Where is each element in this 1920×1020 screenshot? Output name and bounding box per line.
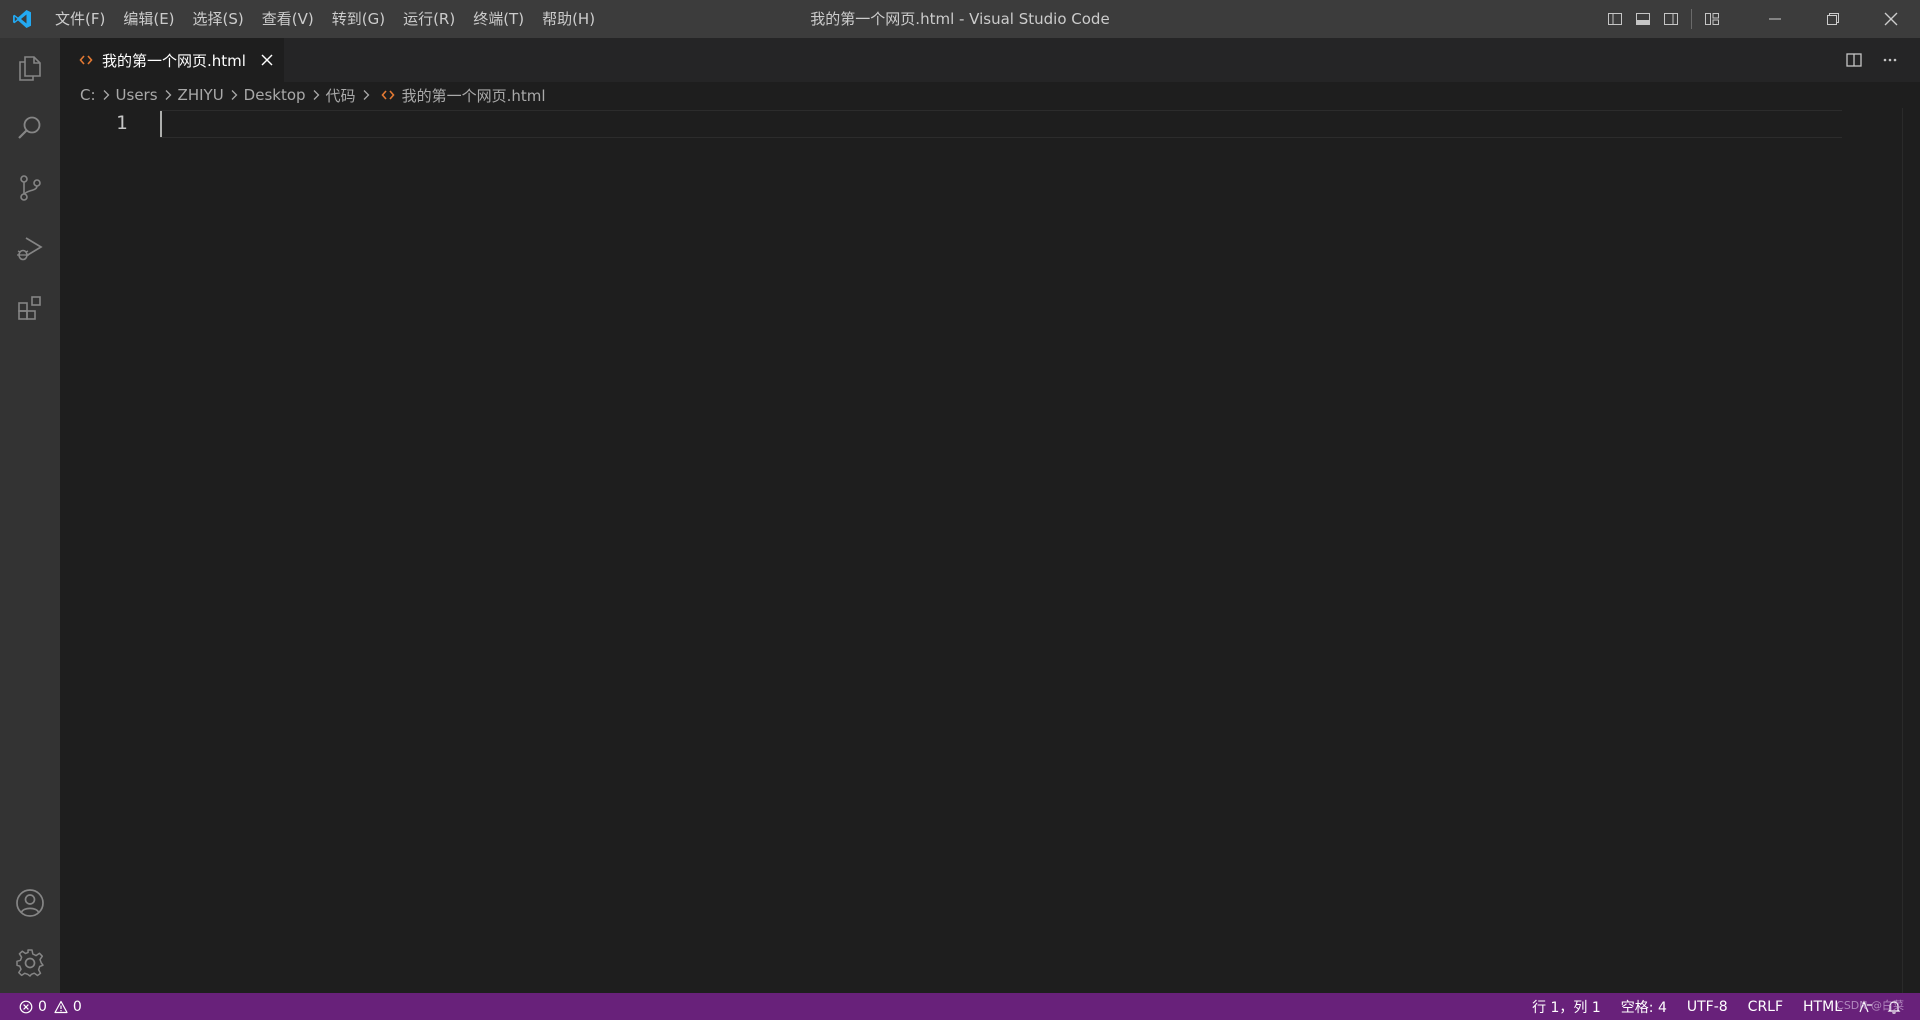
manage-gear-icon[interactable]: [0, 933, 60, 993]
editor-tabs-bar: 我的第一个网页.html: [60, 38, 1920, 82]
account-icon[interactable]: [0, 873, 60, 933]
watermark: CSDN @白菜: [1836, 999, 1904, 1012]
chevron-right-icon: [358, 87, 374, 103]
menu-selection[interactable]: 选择(S): [184, 0, 253, 38]
warning-icon: [53, 999, 69, 1015]
title-bar-controls: [1601, 0, 1920, 38]
html-file-icon: [380, 87, 396, 103]
toggle-panel-icon[interactable]: [1629, 0, 1657, 38]
extensions-icon[interactable]: [0, 278, 60, 338]
vscode-logo-icon: [0, 0, 44, 38]
breadcrumb-item[interactable]: Desktop: [244, 86, 306, 104]
split-editor-icon[interactable]: [1836, 38, 1872, 82]
problems-indicator[interactable]: 0 0: [18, 993, 82, 1020]
editor-actions: [1836, 38, 1908, 82]
run-debug-icon[interactable]: [0, 218, 60, 278]
toggle-secondary-sidebar-icon[interactable]: [1657, 0, 1685, 38]
tab-label: 我的第一个网页.html: [102, 51, 246, 70]
customize-layout-icon[interactable]: [1698, 0, 1726, 38]
source-control-icon[interactable]: [0, 158, 60, 218]
chevron-right-icon: [98, 87, 114, 103]
status-bar: 0 0 行 1，列 1 空格: 4 UTF-8 CRLF HTML: [0, 993, 1920, 1020]
explorer-icon[interactable]: [0, 38, 60, 98]
menu-file[interactable]: 文件(F): [46, 0, 114, 38]
code-editor[interactable]: 1: [60, 108, 1920, 993]
cursor-position[interactable]: 行 1，列 1: [1526, 993, 1607, 1020]
restore-icon[interactable]: [1804, 0, 1862, 38]
end-of-line[interactable]: CRLF: [1742, 993, 1789, 1020]
chevron-right-icon: [308, 87, 324, 103]
error-count: 0: [38, 998, 47, 1015]
warning-count: 0: [72, 998, 82, 1015]
breadcrumb-item[interactable]: Users: [116, 86, 158, 104]
error-icon: [18, 999, 34, 1015]
title-bar: 文件(F) 编辑(E) 选择(S) 查看(V) 转到(G) 运行(R) 终端(T…: [0, 0, 1920, 38]
encoding[interactable]: UTF-8: [1681, 993, 1734, 1020]
search-icon[interactable]: [0, 98, 60, 158]
line-number: 1: [116, 112, 128, 134]
title-separator: [1691, 9, 1692, 29]
toggle-primary-sidebar-icon[interactable]: [1601, 0, 1629, 38]
chevron-right-icon: [160, 87, 176, 103]
indentation[interactable]: 空格: 4: [1615, 993, 1673, 1020]
tab-active-file[interactable]: 我的第一个网页.html: [60, 38, 285, 82]
close-window-icon[interactable]: [1862, 0, 1920, 38]
chevron-right-icon: [226, 87, 242, 103]
minimap-divider: [1902, 108, 1903, 993]
more-actions-icon[interactable]: [1872, 38, 1908, 82]
breadcrumb-item[interactable]: C:: [80, 86, 96, 104]
breadcrumb-item[interactable]: ZHIYU: [178, 86, 224, 104]
activity-bar: [0, 38, 60, 993]
menu-bar: 文件(F) 编辑(E) 选择(S) 查看(V) 转到(G) 运行(R) 终端(T…: [46, 0, 604, 38]
current-line-highlight: [160, 110, 1842, 138]
breadcrumb-item[interactable]: 代码: [326, 85, 356, 106]
menu-go[interactable]: 转到(G): [323, 0, 394, 38]
menu-view[interactable]: 查看(V): [253, 0, 323, 38]
minimize-icon[interactable]: [1746, 0, 1804, 38]
menu-terminal[interactable]: 终端(T): [464, 0, 533, 38]
text-cursor: [160, 111, 162, 137]
menu-run[interactable]: 运行(R): [394, 0, 464, 38]
menu-help[interactable]: 帮助(H): [533, 0, 604, 38]
breadcrumb: C: Users ZHIYU Desktop 代码 我的第一个网页.html: [80, 82, 546, 108]
close-icon[interactable]: [258, 51, 276, 69]
html-file-icon: [78, 52, 94, 68]
breadcrumb-file[interactable]: 我的第一个网页.html: [402, 85, 546, 106]
menu-edit[interactable]: 编辑(E): [114, 0, 183, 38]
